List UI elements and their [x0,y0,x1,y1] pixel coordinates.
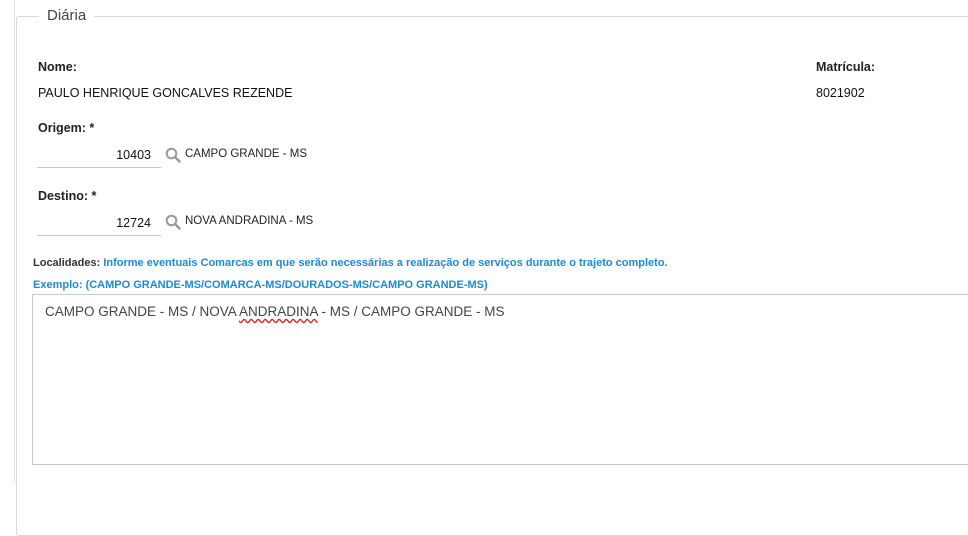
localidades-help: Localidades: Informe eventuais Comarcas … [33,257,668,269]
destino-code-value: 12724 [116,216,151,230]
search-icon[interactable] [165,214,181,230]
nome-label: Nome: [38,60,77,74]
origem-code-input[interactable]: 10403 [37,146,161,168]
origem-code-value: 10403 [116,148,151,162]
origem-label: Origem: * [38,121,94,135]
origem-city-name: CAMPO GRANDE - MS [185,148,307,160]
spellcheck-word: ANDRADINA [239,304,318,319]
localidades-hint: Informe eventuais Comarcas em que serão … [103,257,667,269]
localidades-text-before: CAMPO GRANDE - MS / NOVA [45,304,239,319]
localidades-text-after: - MS / CAMPO GRANDE - MS [318,304,505,319]
matricula-value: 8021902 [816,86,865,100]
page-left-border [14,0,15,484]
localidades-example: Exemplo: (CAMPO GRANDE-MS/COMARCA-MS/DOU… [33,279,488,291]
destino-label: Destino: * [38,189,96,203]
search-icon[interactable] [165,147,181,163]
fieldset-legend: Diária [39,7,94,24]
nome-value: PAULO HENRIQUE GONCALVES REZENDE [38,86,292,100]
matricula-label: Matrícula: [816,60,875,74]
destino-code-input[interactable]: 12724 [37,214,161,236]
localidades-label: Localidades: [33,257,100,269]
localidades-textarea[interactable]: CAMPO GRANDE - MS / NOVA ANDRADINA - MS … [32,294,968,465]
destino-city-name: NOVA ANDRADINA - MS [185,215,313,227]
